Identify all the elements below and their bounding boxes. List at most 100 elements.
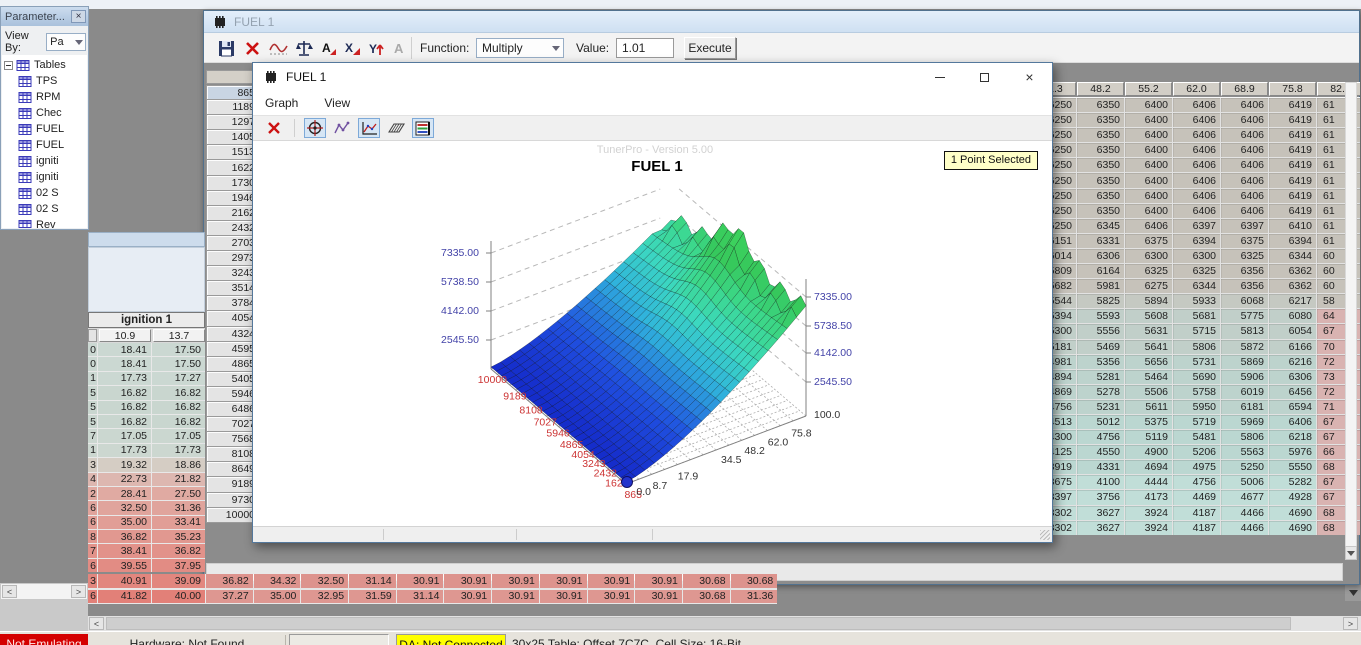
tree-item-fuel[interactable]: FUEL [4,137,87,153]
fuel-cell[interactable]: 6400 [1125,173,1172,187]
fuel-cell[interactable]: 6375 [1221,234,1268,248]
fuel-cell[interactable]: 6400 [1125,158,1172,172]
ignition-cell[interactable]: 35.00 [254,590,301,604]
ignition-cell[interactable]: 38.41 [98,544,151,557]
ignition-cell[interactable]: 37.27 [206,590,253,604]
fuel-cell[interactable]: 6350 [1077,158,1124,172]
fuel-cell[interactable]: 6054 [1269,324,1316,338]
fuel-cell[interactable]: 5469 [1077,340,1124,354]
fuel-cell[interactable]: 6419 [1269,113,1316,127]
ignition-cell[interactable]: 41.82 [98,590,151,604]
fuel-cell[interactable]: 6400 [1125,189,1172,203]
fuel-cell[interactable]: 6406 [1221,189,1268,203]
fuel-cell[interactable]: 6406 [1221,173,1268,187]
fuel-cell[interactable]: 6375 [1125,234,1172,248]
fuel-cell[interactable]: 4466 [1221,506,1268,520]
fuel-cell[interactable]: 6216 [1269,355,1316,369]
graph-window-titlebar[interactable]: FUEL 1 × [253,63,1052,91]
fuel-cell[interactable]: 6397 [1173,219,1220,233]
fuel-cell[interactable]: 5981 [1077,279,1124,293]
ignition-cell[interactable]: 17.50 [152,343,205,356]
ignition-cell[interactable]: 16.82 [98,386,151,399]
fuel-cell[interactable]: 3924 [1125,506,1172,520]
fuel-cell[interactable]: 4100 [1077,475,1124,489]
fuel-cell[interactable]: 4444 [1125,475,1172,489]
fuel-cell[interactable]: 4550 [1077,445,1124,459]
fuel-cell[interactable]: 6406 [1173,128,1220,142]
tree-item-rev[interactable]: Rev [4,217,87,228]
minimize-button[interactable] [917,64,962,90]
fuel-cell[interactable]: 6217 [1269,294,1316,308]
fuel-cell[interactable]: 4187 [1173,506,1220,520]
ignition-cell[interactable]: 28.41 [98,487,151,500]
column-header[interactable]: 55.2 [1125,82,1172,96]
ignition-cell[interactable]: 18.86 [152,458,205,471]
ignition-cell[interactable]: 22.73 [98,473,151,486]
fuel-cell[interactable]: 6406 [1221,128,1268,142]
fuel-cell[interactable]: 5012 [1077,415,1124,429]
fuel-cell[interactable]: 5872 [1221,340,1268,354]
ignition-cell[interactable]: 31.36 [152,501,205,514]
scroll-right-icon[interactable]: > [71,585,86,598]
execute-button[interactable]: Execute [684,37,736,59]
ignition-cell[interactable]: 31.14 [349,574,396,588]
ignition-cell[interactable]: 30.91 [444,574,491,588]
fuel-cell[interactable]: 5611 [1125,400,1172,414]
tree-item-igniti[interactable]: igniti [4,169,87,185]
ignition-cell[interactable]: 36.82 [152,544,205,557]
fuel-cell[interactable]: 4975 [1173,460,1220,474]
ignition-cell[interactable]: 39.09 [152,574,205,588]
scroll-left-icon[interactable]: < [2,585,17,598]
fuel-cell[interactable]: 6350 [1077,143,1124,157]
fuel-cell[interactable]: 5806 [1221,430,1268,444]
delete-icon[interactable] [245,37,260,59]
ignition-cell[interactable]: 17.05 [98,429,151,442]
fuel-cell[interactable]: 6350 [1077,128,1124,142]
fuel-cell[interactable]: 6356 [1221,264,1268,278]
ignition-cell[interactable]: 16.82 [152,386,205,399]
fuel-cell[interactable]: 6400 [1125,128,1172,142]
fuel-cell[interactable]: 6325 [1125,264,1172,278]
function-select[interactable]: Multiply [476,37,564,59]
chart-2d-icon[interactable] [358,118,380,138]
view-by-select[interactable]: Pa [46,33,86,51]
ignition-cell[interactable]: 40.00 [152,590,205,604]
tree-root-tables[interactable]: Tables [4,57,87,73]
fuel-cell[interactable]: 6456 [1269,385,1316,399]
fuel-cell[interactable]: 6419 [1269,98,1316,112]
fuel-cell[interactable]: 6406 [1221,143,1268,157]
save-icon[interactable] [218,37,235,59]
ignition-cell[interactable]: 32.95 [301,590,348,604]
tree-item-tps[interactable]: TPS [4,73,87,89]
fuel-cell[interactable]: 4900 [1125,445,1172,459]
fuel-cell[interactable]: 5250 [1221,460,1268,474]
ignition-cell[interactable]: 16.82 [152,401,205,414]
ignition-cell[interactable]: 18.41 [98,357,151,370]
fuel-cell[interactable]: 5006 [1221,475,1268,489]
fuel-cell[interactable]: 6350 [1077,189,1124,203]
fuel-cell[interactable]: 5806 [1173,340,1220,354]
tree-item-02s[interactable]: 02 S [4,185,87,201]
fuel-cell[interactable]: 3924 [1125,521,1172,535]
fuel-cell[interactable]: 3627 [1077,506,1124,520]
surface-3d-icon[interactable] [385,118,407,138]
close-button[interactable]: × [1007,64,1052,90]
column-header[interactable]: 75.8 [1269,82,1316,96]
menu-view[interactable]: View [324,96,350,110]
ignition-cell[interactable]: 35.23 [152,530,205,543]
fuel-cell[interactable]: 6218 [1269,430,1316,444]
ignition-cell[interactable]: 32.50 [301,574,348,588]
column-header[interactable]: 62.0 [1173,82,1220,96]
fuel-cell[interactable]: 4690 [1269,521,1316,535]
fuel-cell[interactable]: 5758 [1173,385,1220,399]
fuel-cell[interactable]: 5969 [1221,415,1268,429]
fuel-cell[interactable]: 6181 [1221,400,1268,414]
fuel-cell[interactable]: 5656 [1125,355,1172,369]
fuel-cell[interactable]: 6406 [1173,158,1220,172]
fuel-cell[interactable]: 5608 [1125,309,1172,323]
fuel-cell[interactable]: 6406 [1173,143,1220,157]
fuel-cell[interactable]: 4928 [1269,490,1316,504]
fuel-cell[interactable]: 4677 [1221,490,1268,504]
axis-a-icon[interactable]: A [320,37,337,59]
ignition-cell[interactable]: 30.91 [540,574,587,588]
